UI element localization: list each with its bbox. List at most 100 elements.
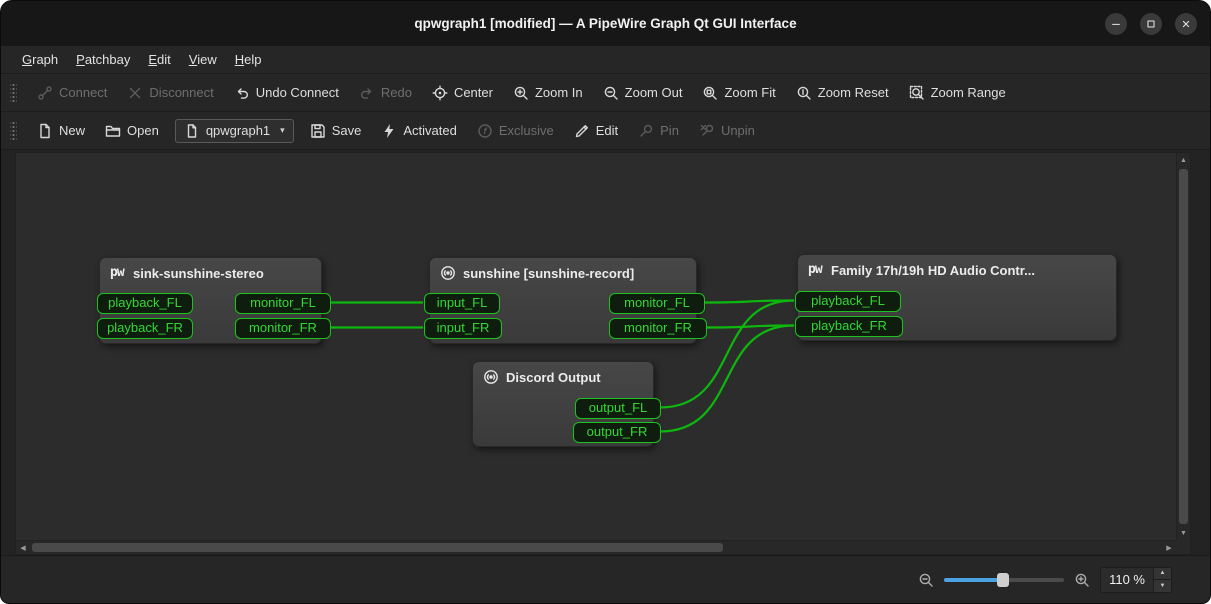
- file-icon: [184, 123, 200, 139]
- port-discord-output-output_FR[interactable]: output_FR: [573, 422, 661, 443]
- toolbar-label-edit: Edit: [596, 123, 618, 138]
- undo-icon: [234, 85, 250, 101]
- horizontal-scroll-thumb[interactable]: [32, 543, 723, 552]
- zoom-out-mini-icon[interactable]: [918, 572, 934, 588]
- toolbar-button-connect[interactable]: Connect: [28, 80, 116, 106]
- zoom-spin-down-button[interactable]: ▼: [1154, 579, 1171, 592]
- port-discord-output-output_FL[interactable]: output_FL: [575, 398, 661, 419]
- node-header-discord-output: Discord Output: [473, 362, 653, 392]
- toolbar-button-zoom-range[interactable]: Zoom Range: [900, 80, 1015, 106]
- scroll-right-arrow[interactable]: ▶: [1162, 541, 1176, 554]
- toolbar-button-zoom-out[interactable]: Zoom Out: [594, 80, 692, 106]
- zoom-spin-arrows: ▲ ▼: [1153, 568, 1171, 592]
- node-family-audio[interactable]: pwFamily 17h/19h HD Audio Contr...playba…: [797, 254, 1117, 341]
- port-sunshine-input_FR[interactable]: input_FR: [424, 318, 502, 339]
- titlebar[interactable]: qpwgraph1 [modified] — A PipeWire Graph …: [1, 1, 1210, 46]
- menubar: GraphPatchbayEditViewHelp: [1, 46, 1210, 74]
- toolbar-button-profile[interactable]: qpwgraph1▾: [175, 119, 294, 143]
- toolbar-label-zoom-fit: Zoom Fit: [724, 85, 775, 100]
- window-title: qpwgraph1 [modified] — A PipeWire Graph …: [1, 16, 1210, 31]
- zoom-slider-fill: [944, 578, 998, 582]
- zoom-slider-handle[interactable]: [997, 573, 1009, 587]
- zoom-range-icon: [909, 85, 925, 101]
- close-button[interactable]: [1175, 13, 1197, 35]
- maximize-button[interactable]: [1140, 13, 1162, 35]
- zoom-slider[interactable]: [944, 572, 1064, 588]
- toolbar-button-center[interactable]: Center: [423, 80, 502, 106]
- menu-help[interactable]: Help: [226, 48, 271, 71]
- node-sunshine[interactable]: sunshine [sunshine-record]input_FLinput_…: [429, 257, 697, 344]
- horizontal-scrollbar[interactable]: ◀ ▶: [16, 540, 1176, 554]
- vertical-scroll-thumb[interactable]: [1179, 169, 1188, 524]
- menu-patchbay[interactable]: Patchbay: [67, 48, 139, 71]
- node-title-discord-output: Discord Output: [506, 370, 601, 385]
- svg-text:f: f: [483, 126, 487, 136]
- zoom-spinbox[interactable]: 110 % ▲ ▼: [1100, 567, 1172, 593]
- graph-canvas[interactable]: pwsink-sunshine-stereoplayback_FLplaybac…: [15, 152, 1191, 555]
- menu-graph[interactable]: Graph: [13, 48, 67, 71]
- toolbar-button-unpin[interactable]: Unpin: [690, 118, 764, 144]
- toolbar-drag-handle[interactable]: [10, 120, 17, 142]
- toolbar-button-new[interactable]: New: [28, 118, 94, 144]
- port-sink-sunshine-stereo-monitor_FR[interactable]: monitor_FR: [235, 318, 331, 339]
- scrollbar-corner: [1176, 540, 1190, 554]
- toolbar-label-center: Center: [454, 85, 493, 100]
- toolbar-label-unpin: Unpin: [721, 123, 755, 138]
- toolbar-graph: Connect Disconnect Undo Connect Redo Center Z…: [1, 74, 1210, 112]
- toolbar-drag-handle[interactable]: [10, 82, 17, 104]
- toolbar-button-disconnect[interactable]: Disconnect: [118, 80, 222, 106]
- toolbar-label-zoom-out: Zoom Out: [625, 85, 683, 100]
- toolbar-button-zoom-reset[interactable]: Zoom Reset: [787, 80, 898, 106]
- connect-icon: [37, 85, 53, 101]
- port-sink-sunshine-stereo-playback_FR[interactable]: playback_FR: [97, 318, 193, 339]
- port-sunshine-monitor_FR[interactable]: monitor_FR: [609, 318, 707, 339]
- vertical-scroll-track[interactable]: [1177, 167, 1190, 526]
- zoom-out-icon: [603, 85, 619, 101]
- node-sink-sunshine-stereo[interactable]: pw sink-sunshine-stereo playback_FLplaybac…: [99, 257, 322, 344]
- window-controls: [1105, 13, 1210, 35]
- toolbar-label-save: Save: [332, 123, 362, 138]
- toolbar-button-redo[interactable]: Redo: [350, 80, 421, 106]
- scroll-up-arrow[interactable]: ▲: [1177, 153, 1190, 167]
- scroll-down-arrow[interactable]: ▼: [1177, 526, 1190, 540]
- port-sink-sunshine-stereo-playback_FL[interactable]: playback_FL: [97, 293, 193, 314]
- toolbar-button-activated[interactable]: Activated: [372, 118, 465, 144]
- toolbar-button-pin[interactable]: Pin: [629, 118, 688, 144]
- toolbar-label-zoom-in: Zoom In: [535, 85, 583, 100]
- port-sunshine-input_FL[interactable]: input_FL: [424, 293, 500, 314]
- pin-icon: [638, 123, 654, 139]
- menu-edit[interactable]: Edit: [139, 48, 179, 71]
- zoom-spin-up-button[interactable]: ▲: [1154, 568, 1171, 580]
- toolbar-button-zoom-fit[interactable]: Zoom Fit: [693, 80, 784, 106]
- graph-surface[interactable]: pwsink-sunshine-stereoplayback_FLplaybac…: [16, 153, 1176, 540]
- toolbar-label-new: New: [59, 123, 85, 138]
- toolbar-label-disconnect: Disconnect: [149, 85, 213, 100]
- port-sink-sunshine-stereo-monitor_FL[interactable]: monitor_FL: [235, 293, 331, 314]
- toolbar-button-exclusive[interactable]: fExclusive: [468, 118, 563, 144]
- toolbar-button-save[interactable]: Save: [301, 118, 371, 144]
- minimize-button[interactable]: [1105, 13, 1127, 35]
- toolbar-patchbay: New Open qpwgraph1▾ Save ActivatedfExclusive…: [1, 112, 1210, 150]
- port-family-audio-playback_FR[interactable]: playback_FR: [795, 316, 903, 337]
- toolbar-button-zoom-in[interactable]: Zoom In: [504, 80, 592, 106]
- port-sunshine-monitor_FL[interactable]: monitor_FL: [609, 293, 705, 314]
- toolbar-button-open[interactable]: Open: [96, 118, 168, 144]
- toolbar-label-undo: Undo Connect: [256, 85, 339, 100]
- scroll-left-arrow[interactable]: ◀: [16, 541, 30, 554]
- zoom-in-mini-icon[interactable]: [1074, 572, 1090, 588]
- zoom-reset-icon: [796, 85, 812, 101]
- toolbar-button-undo[interactable]: Undo Connect: [225, 80, 348, 106]
- center-icon: [432, 85, 448, 101]
- pipewire-icon: pw: [110, 265, 126, 281]
- horizontal-scroll-track[interactable]: [30, 541, 1162, 554]
- edit-icon: [574, 123, 590, 139]
- toolbar-button-edit[interactable]: Edit: [565, 118, 627, 144]
- vertical-scrollbar[interactable]: ▲ ▼: [1176, 153, 1190, 540]
- port-family-audio-playback_FL[interactable]: playback_FL: [795, 291, 901, 312]
- node-title-family-audio: Family 17h/19h HD Audio Contr...: [831, 263, 1035, 278]
- node-discord-output[interactable]: Discord Outputoutput_FLoutput_FR: [472, 361, 654, 447]
- node-title-sink-sunshine-stereo: sink-sunshine-stereo: [133, 266, 264, 281]
- menu-view[interactable]: View: [180, 48, 226, 71]
- zoom-in-icon: [513, 85, 529, 101]
- open-folder-icon: [105, 123, 121, 139]
